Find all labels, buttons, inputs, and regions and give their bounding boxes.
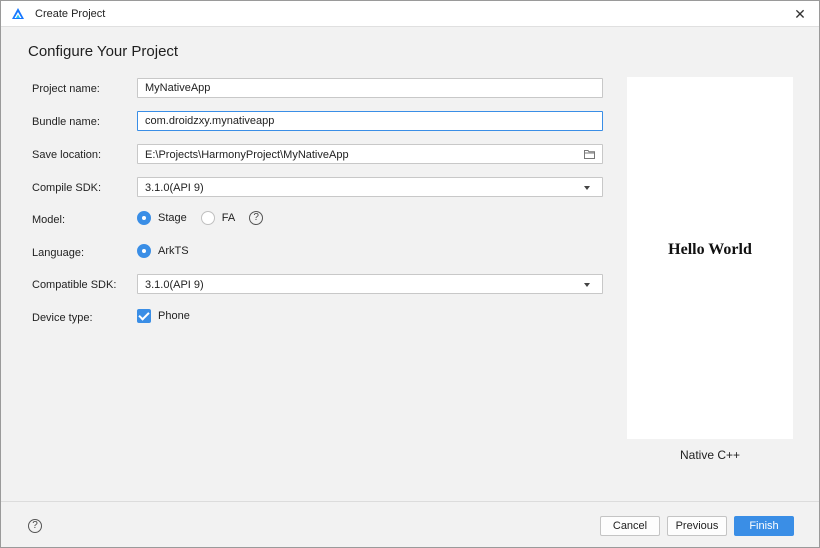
previous-button[interactable]: Previous: [667, 516, 727, 536]
compatible-sdk-select[interactable]: 3.1.0(API 9): [137, 274, 603, 294]
harmony-logo-icon: [12, 8, 24, 19]
model-fa-radio[interactable]: [200, 211, 215, 225]
model-row: Model: Stage FA ?: [32, 209, 604, 231]
compile-sdk-label: Compile SDK:: [32, 182, 102, 194]
save-location-value: E:\Projects\HarmonyProject\MyNativeApp: [145, 149, 349, 161]
create-project-dialog: Create Project ✕ Configure Your Project …: [0, 0, 820, 548]
bundle-name-label: Bundle name:: [32, 116, 100, 128]
compile-sdk-row: Compile SDK: 3.1.0(API 9): [32, 177, 604, 199]
compatible-sdk-value: 3.1.0(API 9): [145, 279, 204, 291]
help-icon[interactable]: ?: [28, 519, 42, 533]
device-phone-checkbox[interactable]: [137, 309, 151, 323]
compatible-sdk-label: Compatible SDK:: [32, 279, 117, 291]
language-arkts-radio[interactable]: [137, 244, 151, 258]
template-preview: Hello World: [627, 77, 793, 439]
close-icon[interactable]: ✕: [789, 4, 811, 24]
title-bar: Create Project ✕: [1, 1, 819, 27]
cancel-button[interactable]: Cancel: [600, 516, 660, 536]
help-icon[interactable]: ?: [249, 211, 264, 225]
bundle-name-input[interactable]: [137, 111, 603, 131]
folder-icon[interactable]: [584, 149, 595, 159]
language-radio-group: ArkTS: [137, 244, 203, 258]
compile-sdk-select[interactable]: 3.1.0(API 9): [137, 177, 603, 197]
device-type-row: Device type: Phone: [32, 307, 604, 329]
preview-hello-text: Hello World: [668, 241, 752, 258]
model-radio-group: Stage FA ?: [137, 211, 264, 225]
bundle-name-row: Bundle name:: [32, 111, 604, 133]
dialog-footer: ? Cancel Previous Finish: [1, 501, 819, 547]
language-arkts-label: ArkTS: [158, 245, 189, 257]
save-location-label: Save location:: [32, 149, 102, 161]
language-label: Language:: [32, 247, 84, 259]
save-location-field[interactable]: E:\Projects\HarmonyProject\MyNativeApp: [137, 144, 603, 164]
compile-sdk-value: 3.1.0(API 9): [145, 182, 204, 194]
project-name-row: Project name:: [32, 78, 604, 100]
window-title: Create Project: [35, 8, 106, 20]
language-row: Language: ArkTS: [32, 242, 604, 264]
device-type-group: Phone: [137, 309, 204, 323]
chevron-down-icon: [584, 186, 590, 190]
project-name-input[interactable]: [137, 78, 603, 98]
project-name-label: Project name:: [32, 83, 100, 95]
chevron-down-icon: [584, 283, 590, 287]
model-fa-label: FA: [221, 212, 236, 224]
model-stage-radio[interactable]: [137, 211, 151, 225]
device-type-label: Device type:: [32, 312, 93, 324]
save-location-row: Save location: E:\Projects\HarmonyProjec…: [32, 144, 604, 166]
finish-button[interactable]: Finish: [734, 516, 794, 536]
model-label: Model:: [32, 214, 66, 226]
model-stage-label: Stage: [158, 212, 187, 224]
compatible-sdk-row: Compatible SDK: 3.1.0(API 9): [32, 274, 604, 296]
template-name: Native C++: [679, 448, 741, 462]
page-title: Configure Your Project: [28, 43, 179, 60]
device-phone-label: Phone: [158, 310, 190, 322]
